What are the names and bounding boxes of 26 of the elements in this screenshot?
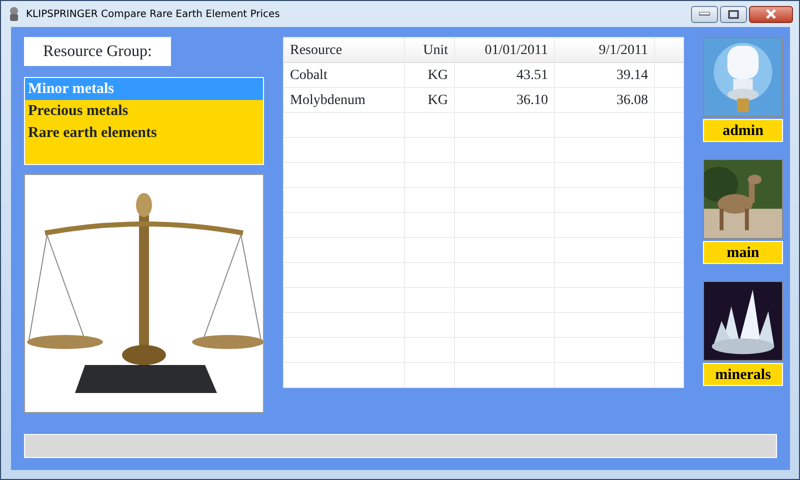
table-cell: KG [404,88,454,112]
table-cell: 36.08 [554,88,654,112]
minimize-icon [699,12,710,16]
minimize-button[interactable] [691,6,718,22]
table-cell: Molybdenum [284,88,404,112]
column-header[interactable]: Unit [404,38,454,62]
app-icon [7,6,21,22]
column-header[interactable]: 9/1/2011 [554,38,654,62]
maximize-button[interactable] [720,6,747,22]
resource-group-label: Resource Group: [24,37,171,66]
close-icon [765,9,777,19]
close-button[interactable] [749,6,793,22]
window-title: KLIPSPRINGER Compare Rare Earth Element Prices [26,8,280,22]
maximize-icon [728,10,739,18]
tile-button[interactable]: main [703,241,783,264]
table-cell: KG [404,62,454,88]
table-cell: 39.14 [554,62,654,88]
table-cell: Cobalt [284,62,404,88]
tile-button[interactable]: admin [703,119,783,142]
tile-button[interactable]: minerals [703,363,783,386]
column-header[interactable]: 01/01/2011 [454,38,554,62]
table-cell: 36.10 [454,88,554,112]
list-item[interactable]: Rare earth elements [25,122,263,144]
list-item[interactable]: Precious metals [25,100,263,122]
table-cell: 43.51 [454,62,554,88]
column-header[interactable]: Resource [284,38,404,62]
